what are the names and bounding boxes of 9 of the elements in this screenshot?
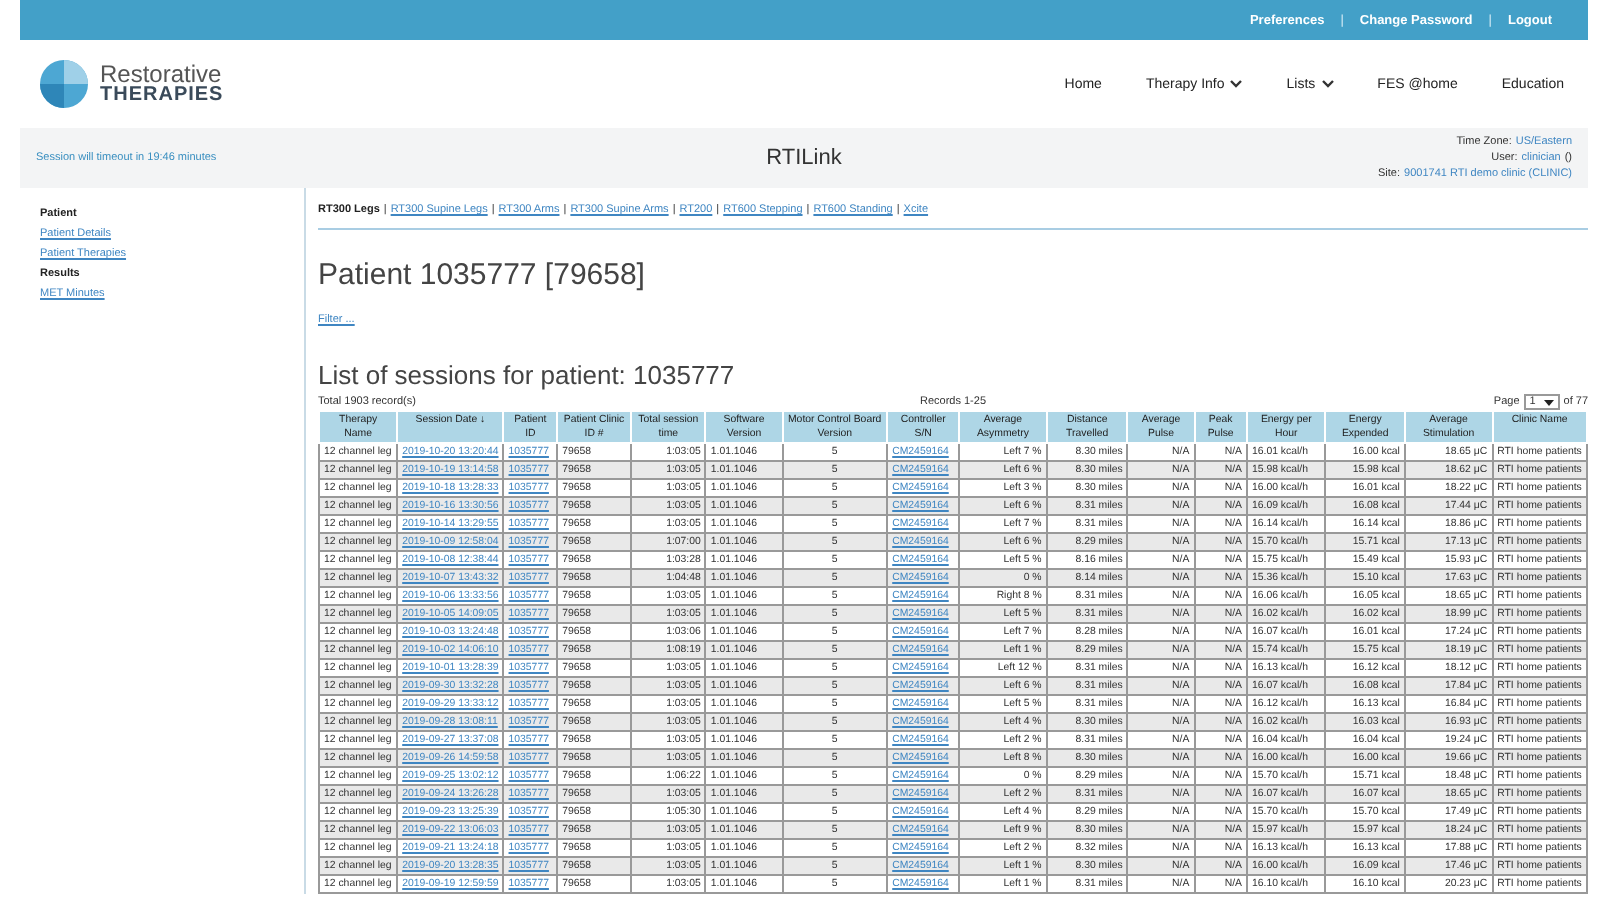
logo-circle-icon	[40, 60, 88, 108]
list-title: List of sessions for patient: 1035777	[318, 360, 737, 390]
patient-title: Patient 1035777 [79658]	[318, 258, 647, 292]
caret-icon	[1230, 80, 1243, 88]
logo-text: THERAPIES	[100, 86, 224, 106]
caret-icon	[1543, 399, 1554, 405]
logo-text: Restorative	[100, 62, 224, 86]
app-title: RTILink	[766, 146, 842, 170]
caret-icon	[1321, 80, 1334, 88]
